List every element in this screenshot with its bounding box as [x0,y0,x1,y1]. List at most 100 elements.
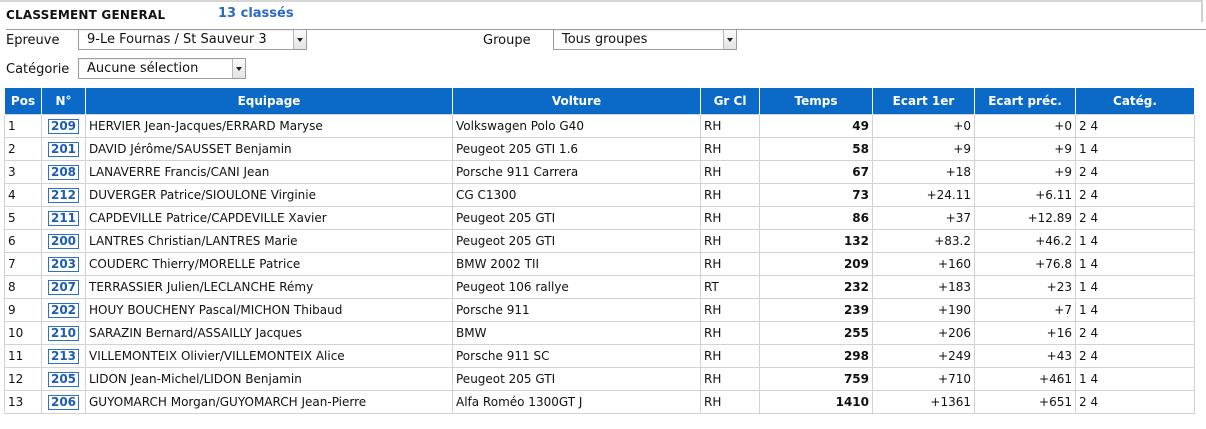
cell-grcl: RH [700,160,760,184]
car-number-link[interactable]: 205 [47,371,80,387]
cell-pos: 5 [4,206,42,230]
car-number-link[interactable]: 203 [47,256,80,272]
col-header-categ[interactable]: Catég. [1075,88,1195,115]
table-row: 6 200 LANTRES Christian/LANTRES Marie Peuge… [4,229,1195,253]
car-number-link[interactable]: 213 [47,348,80,364]
cell-grcl: RH [700,321,760,345]
cell-ecart-1er: +160 [872,252,975,276]
cell-equipage: DAVID Jérôme/SAUSSET Benjamin [85,137,453,161]
cell-num: 208 [41,160,86,184]
cell-temps: 86 [759,206,873,230]
cell-ecart-1er: +190 [872,298,975,322]
table-row: 3 208 LANAVERRE Francis/CANI Jean Porsche 9… [4,160,1195,184]
car-number-link[interactable]: 209 [47,118,80,134]
cell-equipage: LANTRES Christian/LANTRES Marie [85,229,453,253]
cell-pos: 3 [4,160,42,184]
cell-equipage: HERVIER Jean-Jacques/ERRARD Maryse [85,114,453,138]
categorie-label: Catégorie [6,62,70,77]
car-number-link[interactable]: 201 [47,141,80,157]
car-number-link[interactable]: 211 [47,210,80,226]
cell-ecart-prec: +16 [974,321,1076,345]
cell-ecart-1er: +249 [872,344,975,368]
cell-ecart-1er: +37 [872,206,975,230]
groupe-select[interactable]: Tous groupes [553,29,737,50]
cell-voiture: Peugeot 205 GTI [452,367,701,391]
categorie-select[interactable]: Aucune sélection [78,58,246,79]
epreuve-label: Epreuve [6,33,60,48]
cell-voiture: Volkswagen Polo G40 [452,114,701,138]
cell-temps: 232 [759,275,873,299]
cell-ecart-prec: +76.8 [974,252,1076,276]
cell-ecart-prec: +461 [974,367,1076,391]
cell-grcl: RH [700,298,760,322]
col-header-ecart-prec[interactable]: Ecart préc. [974,88,1076,115]
table-row: 4 212 DUVERGER Patrice/SIOULONE Virginie CG… [4,183,1195,207]
car-number-link[interactable]: 200 [47,233,80,249]
cell-temps: 759 [759,367,873,391]
cell-categ: 2 4 [1075,390,1195,414]
table-row: 1 209 HERVIER Jean-Jacques/ERRARD Maryse Vo… [4,114,1195,138]
cell-pos: 8 [4,275,42,299]
col-header-temps[interactable]: Temps [759,88,873,115]
table-row: 5 211 CAPDEVILLE Patrice/CAPDEVILLE Xavier… [4,206,1195,230]
cell-ecart-prec: +43 [974,344,1076,368]
col-header-grcl[interactable]: Gr Cl [700,88,760,115]
cell-ecart-prec: +6.11 [974,183,1076,207]
cell-ecart-prec: +23 [974,275,1076,299]
cell-voiture: Peugeot 106 rallye [452,275,701,299]
cell-ecart-1er: +9 [872,137,975,161]
groupe-select-value: Tous groupes [562,32,648,47]
chevron-down-icon[interactable] [232,59,245,78]
cell-grcl: RH [700,390,760,414]
cell-categ: 2 4 [1075,183,1195,207]
cell-pos: 13 [4,390,42,414]
cell-num: 211 [41,206,86,230]
cell-pos: 7 [4,252,42,276]
cell-voiture: CG C1300 [452,183,701,207]
cell-num: 213 [41,344,86,368]
table-row: 10 210 SARAZIN Bernard/ASSAILLY Jacques BMW… [4,321,1195,345]
car-number-link[interactable]: 212 [47,187,80,203]
chevron-down-icon[interactable] [293,30,306,49]
cell-ecart-1er: +183 [872,275,975,299]
cell-num: 200 [41,229,86,253]
cell-temps: 239 [759,298,873,322]
table-row: 13 206 GUYOMARCH Morgan/GUYOMARCH Jean-Pie… [4,390,1195,414]
cell-ecart-1er: +206 [872,321,975,345]
col-header-voiture[interactable]: Volture [452,88,701,115]
epreuve-select[interactable]: 9-Le Fournas / St Sauveur 3 [78,29,307,50]
cell-temps: 49 [759,114,873,138]
car-number-link[interactable]: 210 [47,325,80,341]
col-header-pos[interactable]: Pos [4,88,42,115]
cell-temps: 255 [759,321,873,345]
col-header-num[interactable]: N° [41,88,86,115]
cell-temps: 132 [759,229,873,253]
cell-equipage: LIDON Jean-Michel/LIDON Benjamin [85,367,453,391]
cell-num: 212 [41,183,86,207]
car-number-link[interactable]: 202 [47,302,80,318]
chevron-down-icon[interactable] [723,30,736,49]
table-row: 11 213 VILLEMONTEIX Olivier/VILLEMONTEIX A… [4,344,1195,368]
cell-num: 202 [41,298,86,322]
cell-categ: 1 4 [1075,252,1195,276]
cell-num: 201 [41,137,86,161]
cell-voiture: Porsche 911 [452,298,701,322]
col-header-ecart-1er[interactable]: Ecart 1er [872,88,975,115]
cell-equipage: SARAZIN Bernard/ASSAILLY Jacques [85,321,453,345]
car-number-link[interactable]: 206 [47,394,80,410]
cell-grcl: RH [700,114,760,138]
table-header-row: Pos N° Equipage Volture Gr Cl Temps Ecar… [4,88,1195,115]
cell-ecart-1er: +18 [872,160,975,184]
cell-num: 207 [41,275,86,299]
cell-equipage: HOUY BOUCHENY Pascal/MICHON Thibaud [85,298,453,322]
cell-grcl: RH [700,137,760,161]
car-number-link[interactable]: 208 [47,164,80,180]
cell-grcl: RH [700,229,760,253]
car-number-link[interactable]: 207 [47,279,80,295]
cell-equipage: CAPDEVILLE Patrice/CAPDEVILLE Xavier [85,206,453,230]
cell-ecart-prec: +46.2 [974,229,1076,253]
cell-ecart-prec: +651 [974,390,1076,414]
cell-ecart-1er: +83.2 [872,229,975,253]
col-header-equipage[interactable]: Equipage [85,88,453,115]
cell-num: 206 [41,390,86,414]
